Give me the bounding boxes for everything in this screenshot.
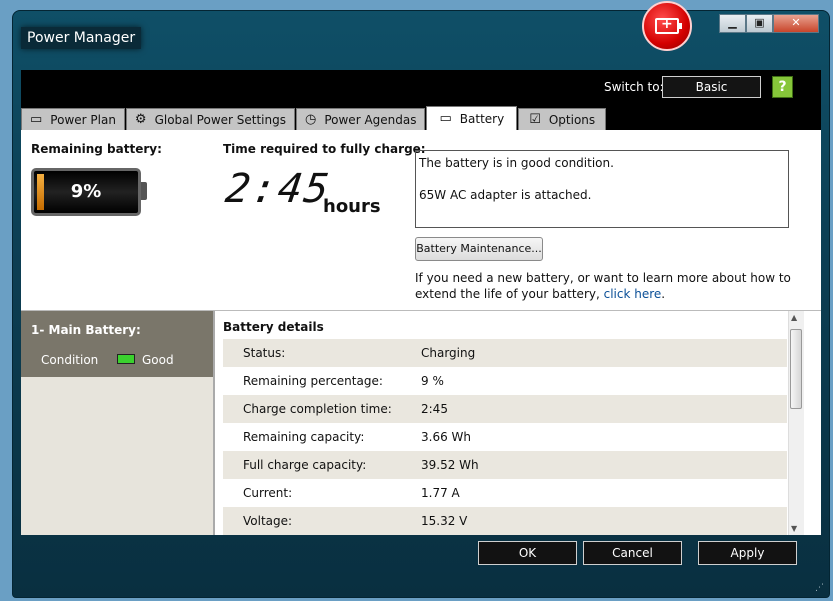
switch-to-label: Switch to: xyxy=(604,80,664,94)
charge-time-label: Time required to fully charge: xyxy=(223,142,426,156)
table-row: Status: Charging xyxy=(223,339,787,367)
battery-details-title: Battery details xyxy=(223,320,324,334)
table-row: Charge completion time: 2:45 xyxy=(223,395,787,423)
basic-button[interactable]: Basic xyxy=(662,76,761,98)
tab-power-agendas[interactable]: ◷ Power Agendas xyxy=(296,108,426,130)
battery-gauge: 9% xyxy=(31,168,141,216)
battery-list-item-main[interactable]: 1- Main Battery: Condition Good xyxy=(21,311,213,377)
clock-icon: ◷ xyxy=(305,112,317,127)
tab-global-power-settings[interactable]: ⚙ Global Power Settings xyxy=(125,108,295,130)
detail-value: 1.77 A xyxy=(421,486,460,500)
detail-value: Charging xyxy=(421,346,476,360)
detail-label: Status: xyxy=(243,346,286,360)
gear-icon: ⚙ xyxy=(134,112,147,127)
tab-label: Power Plan xyxy=(50,112,116,127)
battery-terminal xyxy=(141,182,147,200)
detail-label: Remaining capacity: xyxy=(243,430,365,444)
battery-good-icon xyxy=(117,354,135,364)
battery-status-box: The battery is in good condition. 65W AC… xyxy=(415,150,789,228)
ok-button[interactable]: OK xyxy=(478,541,577,565)
detail-label: Voltage: xyxy=(243,514,293,528)
detail-label: Full charge capacity: xyxy=(243,458,367,472)
cancel-button[interactable]: Cancel xyxy=(583,541,682,565)
scroll-down-icon[interactable]: ▼ xyxy=(791,524,797,533)
battery-percent: 9% xyxy=(70,181,102,202)
battery-maintenance-button[interactable]: Battery Maintenance... xyxy=(415,237,543,261)
power-plan-icon: ▭ xyxy=(30,112,43,127)
tab-label: Options xyxy=(548,112,596,127)
adapter-message: 65W AC adapter is attached. xyxy=(419,188,592,202)
charge-time-unit: hours xyxy=(323,196,381,217)
apply-button[interactable]: Apply xyxy=(698,541,797,565)
detail-label: Current: xyxy=(243,486,293,500)
table-row: Current: 1.77 A xyxy=(223,479,787,507)
battery-list-item-title: 1- Main Battery: xyxy=(31,323,141,337)
scroll-thumb[interactable] xyxy=(790,329,802,409)
help-icon[interactable]: ? xyxy=(772,76,793,98)
window-title: Power Manager xyxy=(21,27,142,49)
detail-value: 2:45 xyxy=(421,402,448,416)
close-icon[interactable]: ✕ xyxy=(773,14,819,33)
power-manager-logo-icon: + xyxy=(642,1,692,51)
power-manager-window: Power Manager + ▁ ▣ ✕ Switch to: Basic ?… xyxy=(12,1,830,598)
details-scrollbar[interactable]: ▲ ▼ xyxy=(788,311,804,535)
scroll-up-icon[interactable]: ▲ xyxy=(791,313,797,322)
tab-label: Power Agendas xyxy=(324,112,417,127)
battery-help-text: If you need a new battery, or want to le… xyxy=(415,270,805,302)
tab-battery[interactable]: ▭ Battery xyxy=(426,106,518,130)
detail-label: Remaining percentage: xyxy=(243,374,383,388)
charge-time-value: 2:45 xyxy=(222,166,334,212)
detail-value: 9 % xyxy=(421,374,444,388)
tab-options[interactable]: ☑ Options xyxy=(518,108,607,130)
resize-grip-icon[interactable]: ⋰ xyxy=(815,583,825,593)
tab-power-plan[interactable]: ▭ Power Plan xyxy=(21,108,125,130)
condition-label: Condition xyxy=(41,353,99,367)
tab-label: Global Power Settings xyxy=(154,112,286,127)
battery-tab-content: Remaining battery: 9% Time required to f… xyxy=(21,130,821,535)
checkbox-icon: ☑ xyxy=(529,112,541,127)
table-row: Remaining percentage: 9 % xyxy=(223,367,787,395)
detail-value: 3.66 Wh xyxy=(421,430,472,444)
table-row: Voltage: 15.32 V xyxy=(223,507,787,535)
click-here-link[interactable]: click here xyxy=(604,287,662,301)
table-row: Full charge capacity: 39.52 Wh xyxy=(223,451,787,479)
help-text-end: . xyxy=(661,287,666,301)
window-controls: ▁ ▣ ✕ xyxy=(719,14,819,33)
detail-label: Charge completion time: xyxy=(243,402,392,416)
detail-value: 39.52 Wh xyxy=(421,458,479,472)
battery-details-panel: Battery details Status: Charging Remaini… xyxy=(223,311,787,535)
minimize-icon[interactable]: ▁ xyxy=(719,14,746,33)
top-bar: Switch to: Basic ? ▭ Power Plan ⚙ Global… xyxy=(21,70,821,130)
condition-value: Good xyxy=(142,353,174,367)
battery-list: 1- Main Battery: Condition Good xyxy=(21,311,215,535)
battery-icon: ▭ xyxy=(439,111,452,126)
tab-label: Battery xyxy=(459,111,505,126)
remaining-battery-label: Remaining battery: xyxy=(31,142,162,156)
tab-bar: ▭ Power Plan ⚙ Global Power Settings ◷ P… xyxy=(21,106,607,130)
battery-condition-message: The battery is in good condition. xyxy=(419,156,614,170)
maximize-icon[interactable]: ▣ xyxy=(746,14,773,33)
detail-value: 15.32 V xyxy=(421,514,468,528)
table-row: Remaining capacity: 3.66 Wh xyxy=(223,423,787,451)
